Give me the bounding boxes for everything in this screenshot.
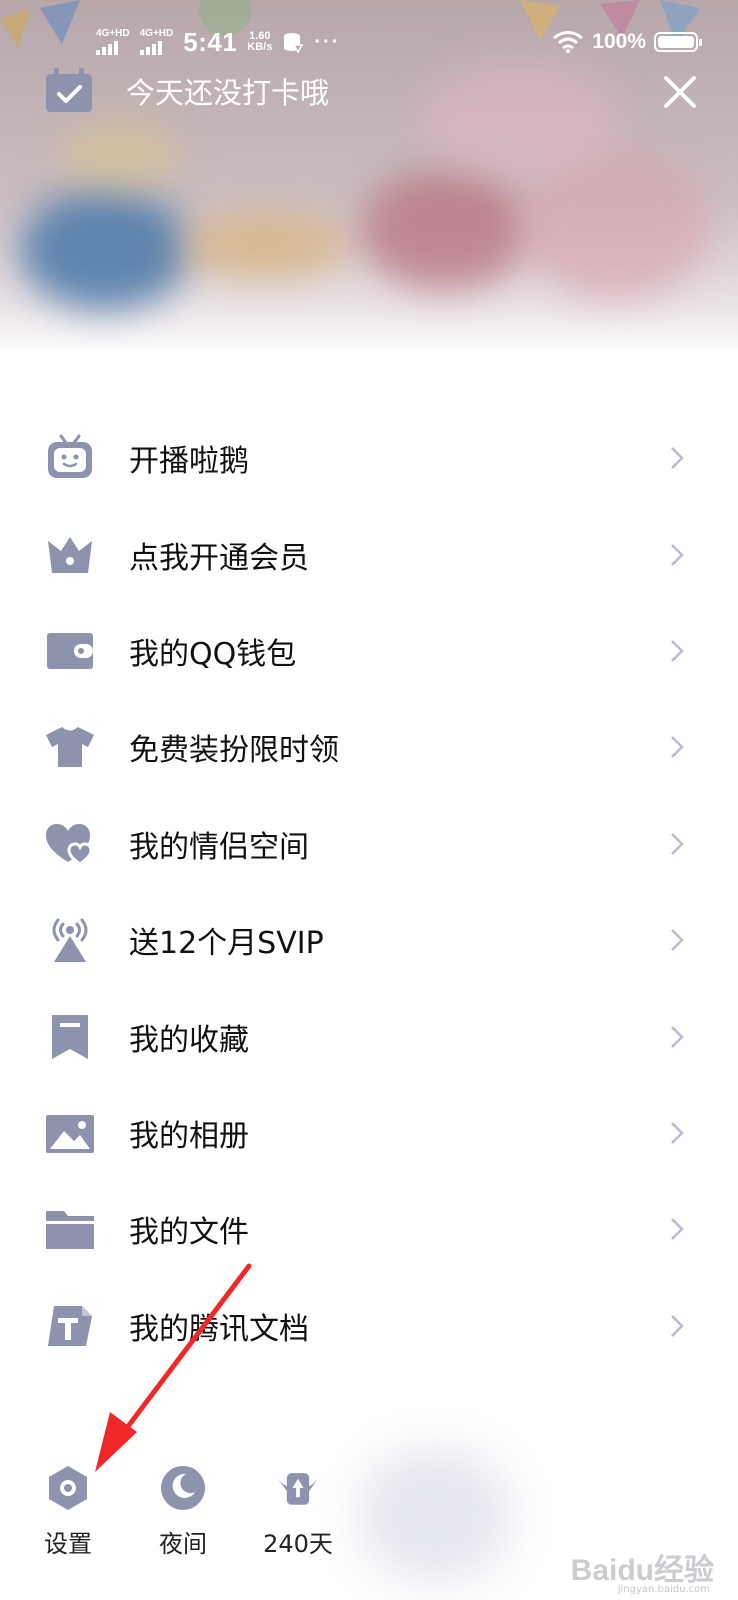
crown-icon — [44, 529, 96, 581]
menu-item-label: 送12个月SVIP — [129, 926, 324, 962]
signal-icon: 4G+HD — [139, 28, 174, 55]
angel-wings-icon — [272, 1462, 324, 1514]
network-speed-unit: KB/s — [247, 41, 273, 53]
settings-label: 设置 — [44, 1530, 92, 1558]
network-speed: 1.60 KB/s — [247, 31, 272, 53]
menu-item-label: 我的相册 — [129, 1118, 249, 1154]
blurred-region — [360, 1450, 510, 1580]
menu-item-album[interactable]: 我的相册 — [0, 1085, 738, 1181]
menu-item-svip-offer[interactable]: 送12个月SVIP — [0, 892, 738, 988]
close-button[interactable] — [658, 70, 702, 114]
level-days-button[interactable]: 240天 — [253, 1462, 343, 1559]
watermark-brand: Baidu经验 — [570, 1554, 714, 1587]
hearts-icon — [44, 818, 96, 870]
menu-item-theme[interactable]: 免费装扮限时领 — [0, 699, 738, 795]
menu-item-wallet[interactable]: 我的QQ钱包 — [0, 603, 738, 699]
chevron-right-icon — [671, 929, 684, 952]
profile-banner: 4G+HD 4G+HD 5:41 1.60 KB/s ··· 100% 今天还没… — [0, 0, 738, 355]
chevron-right-icon — [671, 640, 684, 662]
close-icon — [664, 76, 696, 108]
folder-icon — [44, 1203, 96, 1255]
wallet-icon — [44, 625, 96, 677]
more-notifications-icon: ··· — [314, 30, 341, 53]
chevron-right-icon — [671, 543, 684, 566]
chevron-right-icon — [671, 832, 684, 855]
moon-icon — [157, 1462, 209, 1514]
calendar-check-icon — [46, 68, 92, 112]
watermark-url: jingyan.baidu.com — [617, 1584, 710, 1595]
signal-icon: 4G+HD — [96, 29, 130, 55]
status-bar: 4G+HD 4G+HD 5:41 1.60 KB/s ··· 100% — [0, 22, 738, 62]
menu-item-label: 开播啦鹅 — [129, 444, 249, 480]
menu-item-label: 我的文件 — [129, 1215, 249, 1251]
menu-item-label: 我的QQ钱包 — [129, 636, 297, 672]
data-saver-icon — [284, 33, 304, 53]
tv-robot-icon — [44, 432, 96, 484]
level-days-label: 240天 — [263, 1530, 333, 1558]
chevron-right-icon — [671, 1122, 684, 1144]
menu-item-live[interactable]: 开播啦鹅 — [0, 410, 738, 506]
chevron-right-icon — [671, 1218, 684, 1241]
checkin-text: 今天还没打卡哦 — [126, 76, 330, 110]
menu-item-vip[interactable]: 点我开通会员 — [0, 506, 738, 602]
clock: 5:41 — [183, 26, 238, 57]
menu-item-label: 我的腾讯文档 — [129, 1311, 309, 1347]
chevron-right-icon — [671, 736, 684, 759]
drawer-menu: 开播啦鹅 点我开通会员 我的QQ钱包 免费装扮限时领 我的情侣空间 送12个月S… — [0, 410, 738, 1374]
network-type-label: 4G+HD — [96, 28, 130, 39]
menu-item-label: 免费装扮限时领 — [129, 733, 339, 769]
battery-percent: 100% — [592, 30, 646, 53]
menu-item-label: 我的收藏 — [129, 1022, 249, 1058]
checkin-bar[interactable]: 今天还没打卡哦 — [44, 68, 329, 114]
menu-item-couple-space[interactable]: 我的情侣空间 — [0, 796, 738, 892]
settings-icon — [42, 1462, 94, 1514]
menu-item-favorites[interactable]: 我的收藏 — [0, 988, 738, 1084]
network-type-label: 4G+HD — [139, 28, 174, 39]
menu-item-label: 我的情侣空间 — [129, 829, 309, 865]
menu-item-files[interactable]: 我的文件 — [0, 1181, 738, 1277]
night-mode-button[interactable]: 夜间 — [138, 1462, 228, 1559]
menu-item-tencent-docs[interactable]: 我的腾讯文档 — [0, 1278, 738, 1374]
settings-button[interactable]: 设置 — [23, 1462, 113, 1559]
menu-item-label: 点我开通会员 — [129, 540, 309, 576]
document-icon — [44, 1300, 96, 1352]
photo-icon — [44, 1107, 96, 1159]
night-mode-label: 夜间 — [159, 1530, 207, 1558]
battery-icon — [654, 32, 702, 52]
broadcast-icon — [44, 914, 96, 966]
chevron-right-icon — [671, 447, 684, 470]
tshirt-icon — [44, 721, 96, 773]
wifi-icon — [553, 31, 584, 54]
chevron-right-icon — [671, 1314, 684, 1337]
bookmark-icon — [44, 1011, 96, 1063]
chevron-right-icon — [671, 1025, 684, 1048]
